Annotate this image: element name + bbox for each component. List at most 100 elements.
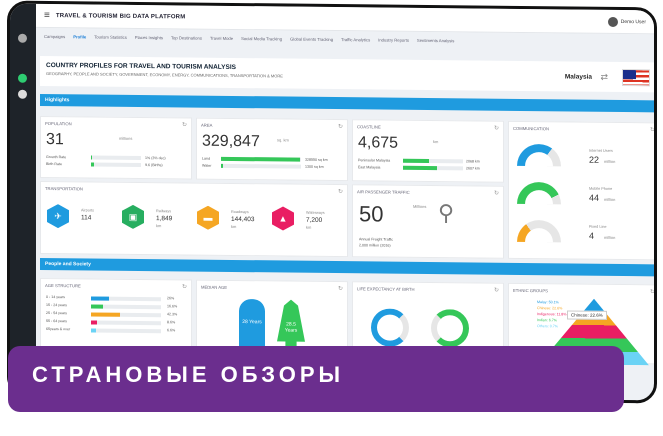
refresh-icon[interactable]: ↻ bbox=[182, 121, 187, 128]
ethnic-legend-item: Indian: 6.7% bbox=[537, 318, 557, 323]
coastline-unit: km bbox=[433, 139, 439, 145]
air-value: 50 bbox=[359, 201, 384, 227]
age-value: 8.6% bbox=[167, 320, 176, 325]
female-ring-icon bbox=[431, 309, 469, 348]
female-median: 28.5 Years bbox=[284, 321, 298, 334]
tab-tourism-statistics[interactable]: Tourism Statistics bbox=[94, 35, 127, 49]
transport-value: 114 bbox=[81, 214, 92, 222]
tab-industry-reports[interactable]: Industry Reports bbox=[378, 37, 409, 51]
tab-places-insights[interactable]: Places Insights bbox=[135, 35, 163, 49]
card-title: TRANSPORTATION bbox=[45, 185, 83, 192]
user-menu[interactable]: Demo User bbox=[607, 16, 646, 27]
comm-unit: million bbox=[604, 234, 616, 240]
country-header: COUNTRY PROFILES FOR TRAVEL AND TOURISM … bbox=[40, 55, 657, 93]
tab-campaigns[interactable]: Campaigns bbox=[44, 34, 65, 48]
row-label: Birth Rate bbox=[46, 162, 62, 167]
card-title: POPULATION bbox=[45, 120, 72, 127]
dashboard-icon[interactable] bbox=[18, 73, 27, 83]
transport-value: 144,403 bbox=[231, 215, 255, 224]
age-label: 55 - 64 years bbox=[46, 319, 67, 324]
menu-icon[interactable]: ≡ bbox=[44, 10, 50, 21]
male-ring-icon bbox=[371, 308, 409, 347]
refresh-icon[interactable]: ↻ bbox=[338, 285, 343, 292]
profile-icon[interactable] bbox=[18, 33, 27, 43]
tab-profile[interactable]: Profile bbox=[73, 34, 86, 48]
area-unit: sq. km bbox=[277, 137, 289, 143]
tab-sentiments-analysis[interactable]: Sentiments Analysis bbox=[417, 38, 454, 52]
transport-label: Waterways bbox=[306, 210, 325, 215]
transport-label: Airports bbox=[81, 208, 95, 213]
age-bar bbox=[91, 312, 161, 318]
ethnic-legend-item: Chinese: 22.6% bbox=[537, 306, 563, 311]
birth-bar bbox=[91, 162, 141, 167]
card-title: LIFE EXPECTANCY AT BIRTH bbox=[357, 286, 415, 292]
refresh-icon[interactable]: ↻ bbox=[494, 125, 499, 132]
comm-value: 4 bbox=[589, 230, 595, 241]
transportation-card: TRANSPORTATION ↻ ✈ Airports 114 ▣ Railways 1,… bbox=[40, 180, 348, 258]
card-title: MEDIAN AGE bbox=[201, 284, 228, 290]
refresh-icon[interactable]: ↻ bbox=[338, 188, 343, 195]
tab-travel-mode[interactable]: Travel Mode bbox=[210, 36, 233, 50]
swap-icon[interactable]: ⇄ bbox=[600, 72, 608, 83]
population-value: 31 bbox=[46, 131, 64, 149]
country-name: Malaysia bbox=[564, 73, 592, 81]
tab-top-destinations[interactable]: Top Destinations bbox=[171, 35, 202, 49]
people-header: People and Society bbox=[40, 257, 657, 277]
traveler-icon: ⚲ bbox=[438, 200, 455, 226]
refresh-icon[interactable]: ↻ bbox=[494, 287, 499, 294]
train-icon: ▣ bbox=[122, 205, 144, 229]
car-icon: ▬ bbox=[197, 206, 219, 230]
transport-unit: km bbox=[231, 223, 237, 229]
refresh-icon[interactable]: ↻ bbox=[494, 190, 499, 197]
gauge-1 bbox=[517, 181, 561, 205]
card-title: COASTLINE bbox=[357, 124, 381, 130]
transport-label: Railways bbox=[156, 209, 172, 214]
card-title: AIR PASSENGER TRAFFIC bbox=[357, 189, 410, 195]
comm-label: Fixed Line bbox=[589, 224, 607, 229]
area-value: 329,847 bbox=[202, 132, 260, 151]
tab-traffic-analytics[interactable]: Traffic Analytics bbox=[341, 37, 370, 51]
growth-bar bbox=[91, 155, 141, 160]
row-value: 2068 km bbox=[466, 159, 480, 164]
settings-icon[interactable] bbox=[18, 89, 27, 99]
comm-unit: million bbox=[604, 158, 616, 164]
airplane-icon: ✈ bbox=[47, 204, 69, 228]
area-card: AREA ↻ 329,847 sq. km Land 328550 sq km … bbox=[196, 117, 348, 182]
air-unit: Millions bbox=[413, 203, 427, 209]
peninsular-bar bbox=[403, 158, 463, 164]
land-bar bbox=[221, 156, 301, 162]
card-title: COMMUNICATION bbox=[513, 125, 549, 132]
malaysia-flag-icon bbox=[622, 69, 650, 87]
comm-unit: million bbox=[604, 196, 616, 202]
tab-global-events-tracking[interactable]: Global Events Tracking bbox=[290, 37, 333, 51]
east-bar bbox=[403, 165, 463, 171]
transport-unit: km bbox=[156, 223, 162, 229]
app-title: TRAVEL & TOURISM BIG DATA PLATFORM bbox=[55, 12, 186, 20]
transport-label: Roadways bbox=[231, 209, 249, 215]
age-value: 16.6% bbox=[167, 304, 178, 309]
comm-label: Internet Users bbox=[589, 148, 613, 153]
gauge-0 bbox=[517, 143, 561, 167]
male-median: 28 Years bbox=[242, 319, 262, 326]
ethnic-legend-item: Malay: 50.1% bbox=[537, 300, 559, 305]
ship-icon: ▲ bbox=[272, 206, 294, 230]
ethnic-tooltip: Chinese: 22.6% bbox=[567, 310, 607, 320]
promo-banner: СТРАНОВЫЕ ОБЗОРЫ bbox=[8, 346, 624, 412]
user-name: Demo User bbox=[620, 18, 646, 25]
row-label: Growth Rate bbox=[46, 155, 67, 160]
refresh-icon[interactable]: ↻ bbox=[650, 126, 655, 133]
row-label: Water bbox=[202, 163, 212, 168]
row-value: 328550 sq km bbox=[305, 157, 328, 162]
tab-social-media-tracking[interactable]: Social Media Tracking bbox=[241, 36, 282, 50]
comm-label: Mobile Phone bbox=[589, 186, 613, 191]
refresh-icon[interactable]: ↻ bbox=[338, 123, 343, 130]
refresh-icon[interactable]: ↻ bbox=[650, 288, 655, 295]
communication-card: COMMUNICATION ↻ Internet Users 22 million M… bbox=[508, 120, 657, 261]
promo-image: ≡ TRAVEL & TOURISM BIG DATA PLATFORM Dem… bbox=[0, 0, 663, 436]
coastline-card: COASTLINE ↻ 4,675 km Peninsular Malaysia… bbox=[352, 119, 504, 183]
row-value: 1% (3% dec) bbox=[145, 156, 166, 161]
freight-value: 2,000 million (2016) bbox=[359, 243, 391, 248]
top-bar: ≡ TRAVEL & TOURISM BIG DATA PLATFORM Dem… bbox=[36, 3, 654, 35]
age-value: 6.6% bbox=[167, 328, 176, 333]
refresh-icon[interactable]: ↻ bbox=[182, 283, 187, 290]
